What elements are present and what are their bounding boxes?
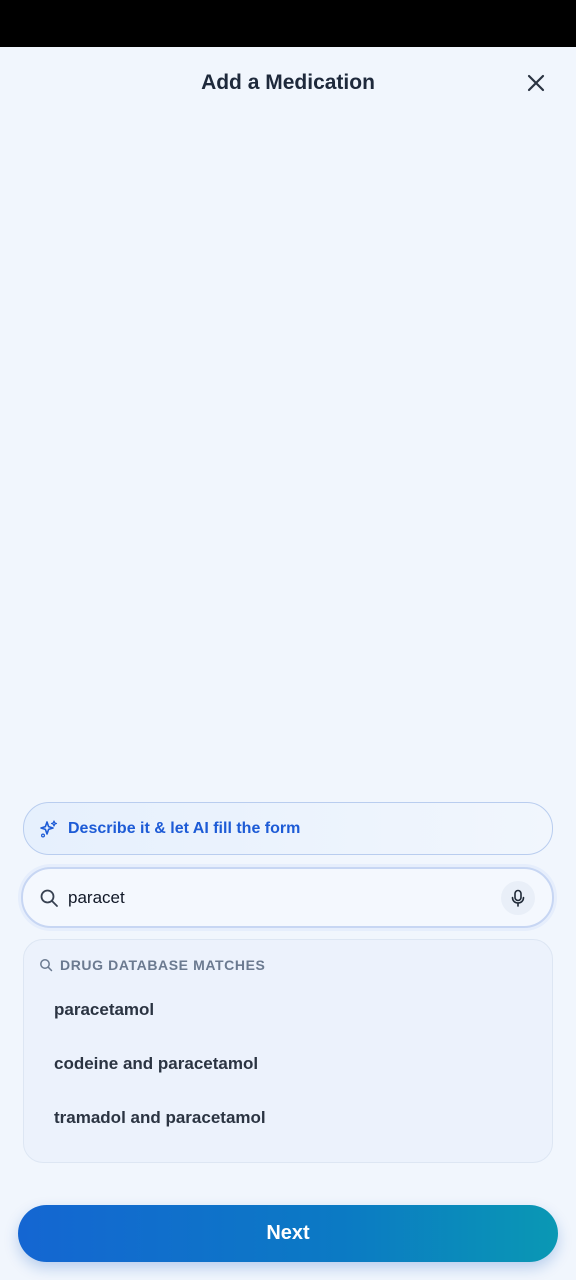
results-title: DRUG DATABASE MATCHES [60, 957, 266, 973]
header: Add a Medication [0, 47, 576, 123]
list-item[interactable]: tramadol and paracetamol [54, 1108, 266, 1128]
sparkles-icon [39, 819, 59, 839]
medication-search-input[interactable] [68, 882, 468, 913]
next-button[interactable]: Next [18, 1205, 558, 1262]
page-title: Add a Medication [201, 71, 375, 94]
status-bar [0, 0, 576, 47]
results-header: DRUG DATABASE MATCHES [39, 957, 265, 973]
microphone-icon [511, 889, 525, 907]
search-icon [39, 888, 59, 908]
drug-match-list: DRUG DATABASE MATCHES paracetamol codein… [23, 939, 553, 1163]
search-icon [39, 958, 53, 972]
ai-fill-label: Describe it & let AI fill the form [68, 819, 301, 837]
list-item[interactable]: codeine and paracetamol [54, 1054, 258, 1074]
microphone-button[interactable] [501, 881, 535, 915]
ai-fill-button[interactable]: Describe it & let AI fill the form [23, 802, 553, 855]
next-label: Next [266, 1222, 310, 1244]
close-button[interactable] [522, 69, 550, 97]
medication-search-box[interactable] [21, 867, 554, 928]
close-icon [527, 74, 545, 92]
list-item[interactable]: paracetamol [54, 1000, 154, 1020]
